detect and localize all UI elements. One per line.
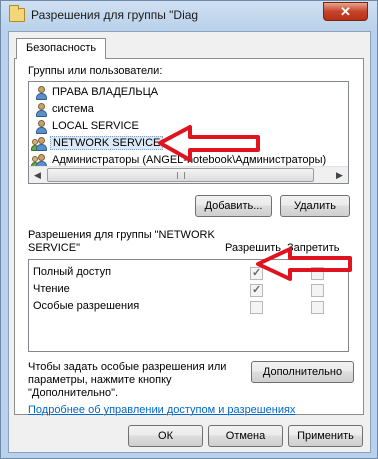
user-name: система xyxy=(52,103,94,115)
permission-name: Полный доступ xyxy=(33,266,112,278)
deny-checkbox[interactable] xyxy=(311,267,324,280)
user-name: ПРАВА ВЛАДЕЛЬЦА xyxy=(52,86,159,98)
allow-column-header: Разрешить xyxy=(225,242,281,254)
dialog-client-area: Безопасность Группы или пользователи: ПР… xyxy=(8,31,371,453)
title-bar[interactable]: Разрешения для группы "Diag ✕ xyxy=(1,1,377,31)
advanced-hint-line3: "Дополнительно". xyxy=(28,387,119,399)
remove-button[interactable]: Удалить xyxy=(280,195,350,217)
allow-checkbox[interactable]: ✓ xyxy=(250,267,263,280)
deny-checkbox[interactable] xyxy=(311,284,324,297)
add-button[interactable]: Добавить... xyxy=(195,195,272,217)
user-name: NETWORK SERVICE xyxy=(50,136,164,150)
permission-name: Особые разрешения xyxy=(33,300,140,312)
user-name: LOCAL SERVICE xyxy=(52,120,139,132)
window-title: Разрешения для группы "Diag xyxy=(31,8,199,22)
scroll-thumb[interactable] xyxy=(47,168,314,182)
apply-button[interactable]: Применить xyxy=(288,425,363,447)
ok-button[interactable]: ОК xyxy=(128,425,203,447)
permission-row: Особые разрешения xyxy=(33,298,345,316)
user-name: Администраторы (ANGEL-notebook\Администр… xyxy=(52,154,327,166)
scroll-right-icon[interactable]: ▶ xyxy=(331,167,348,183)
permission-row: Полный доступ ✓ xyxy=(33,264,345,282)
help-link[interactable]: Подробнее об управлении доступом и разре… xyxy=(28,404,295,416)
advanced-hint-line1: Чтобы задать особые разрешения или xyxy=(28,361,227,373)
cancel-button[interactable]: Отмена xyxy=(208,425,283,447)
user-icon xyxy=(32,103,48,118)
permission-name: Чтение xyxy=(33,283,70,295)
deny-column-header: Запретить xyxy=(287,242,340,254)
allow-checkbox[interactable]: ✓ xyxy=(250,284,263,297)
users-listbox[interactable]: ПРАВА ВЛАДЕЛЬЦА система LOCAL SERVICE NE… xyxy=(28,81,349,184)
permissions-label-line1: Разрешения для группы "NETWORK xyxy=(28,229,215,241)
advanced-button[interactable]: Дополнительно xyxy=(251,361,354,383)
checkmark-icon: ✓ xyxy=(252,284,262,296)
user-icon xyxy=(32,120,48,135)
users-label: Группы или пользователи: xyxy=(28,65,163,77)
folder-icon xyxy=(9,5,25,22)
close-button[interactable]: ✕ xyxy=(323,2,368,21)
group-icon xyxy=(31,137,48,152)
allow-checkbox[interactable] xyxy=(250,301,263,314)
dialog-window: Разрешения для группы "Diag ✕ Безопаснос… xyxy=(0,0,378,459)
checkmark-icon: ✓ xyxy=(252,267,262,279)
advanced-hint-line2: параметры, нажмите кнопку xyxy=(28,374,172,386)
security-tab-panel: Группы или пользователи: ПРАВА ВЛАДЕЛЬЦА… xyxy=(14,58,364,416)
deny-checkbox[interactable] xyxy=(311,301,324,314)
tab-security[interactable]: Безопасность xyxy=(16,38,107,59)
permissions-list: Полный доступ ✓ Чтение ✓ Особые разрешен… xyxy=(28,259,349,352)
permission-row: Чтение ✓ xyxy=(33,281,345,299)
horizontal-scrollbar[interactable]: ◀ ▶ xyxy=(29,166,348,183)
permissions-label-line2: SERVICE" xyxy=(28,242,80,254)
user-icon xyxy=(32,86,48,101)
scroll-left-icon[interactable]: ◀ xyxy=(29,167,46,183)
